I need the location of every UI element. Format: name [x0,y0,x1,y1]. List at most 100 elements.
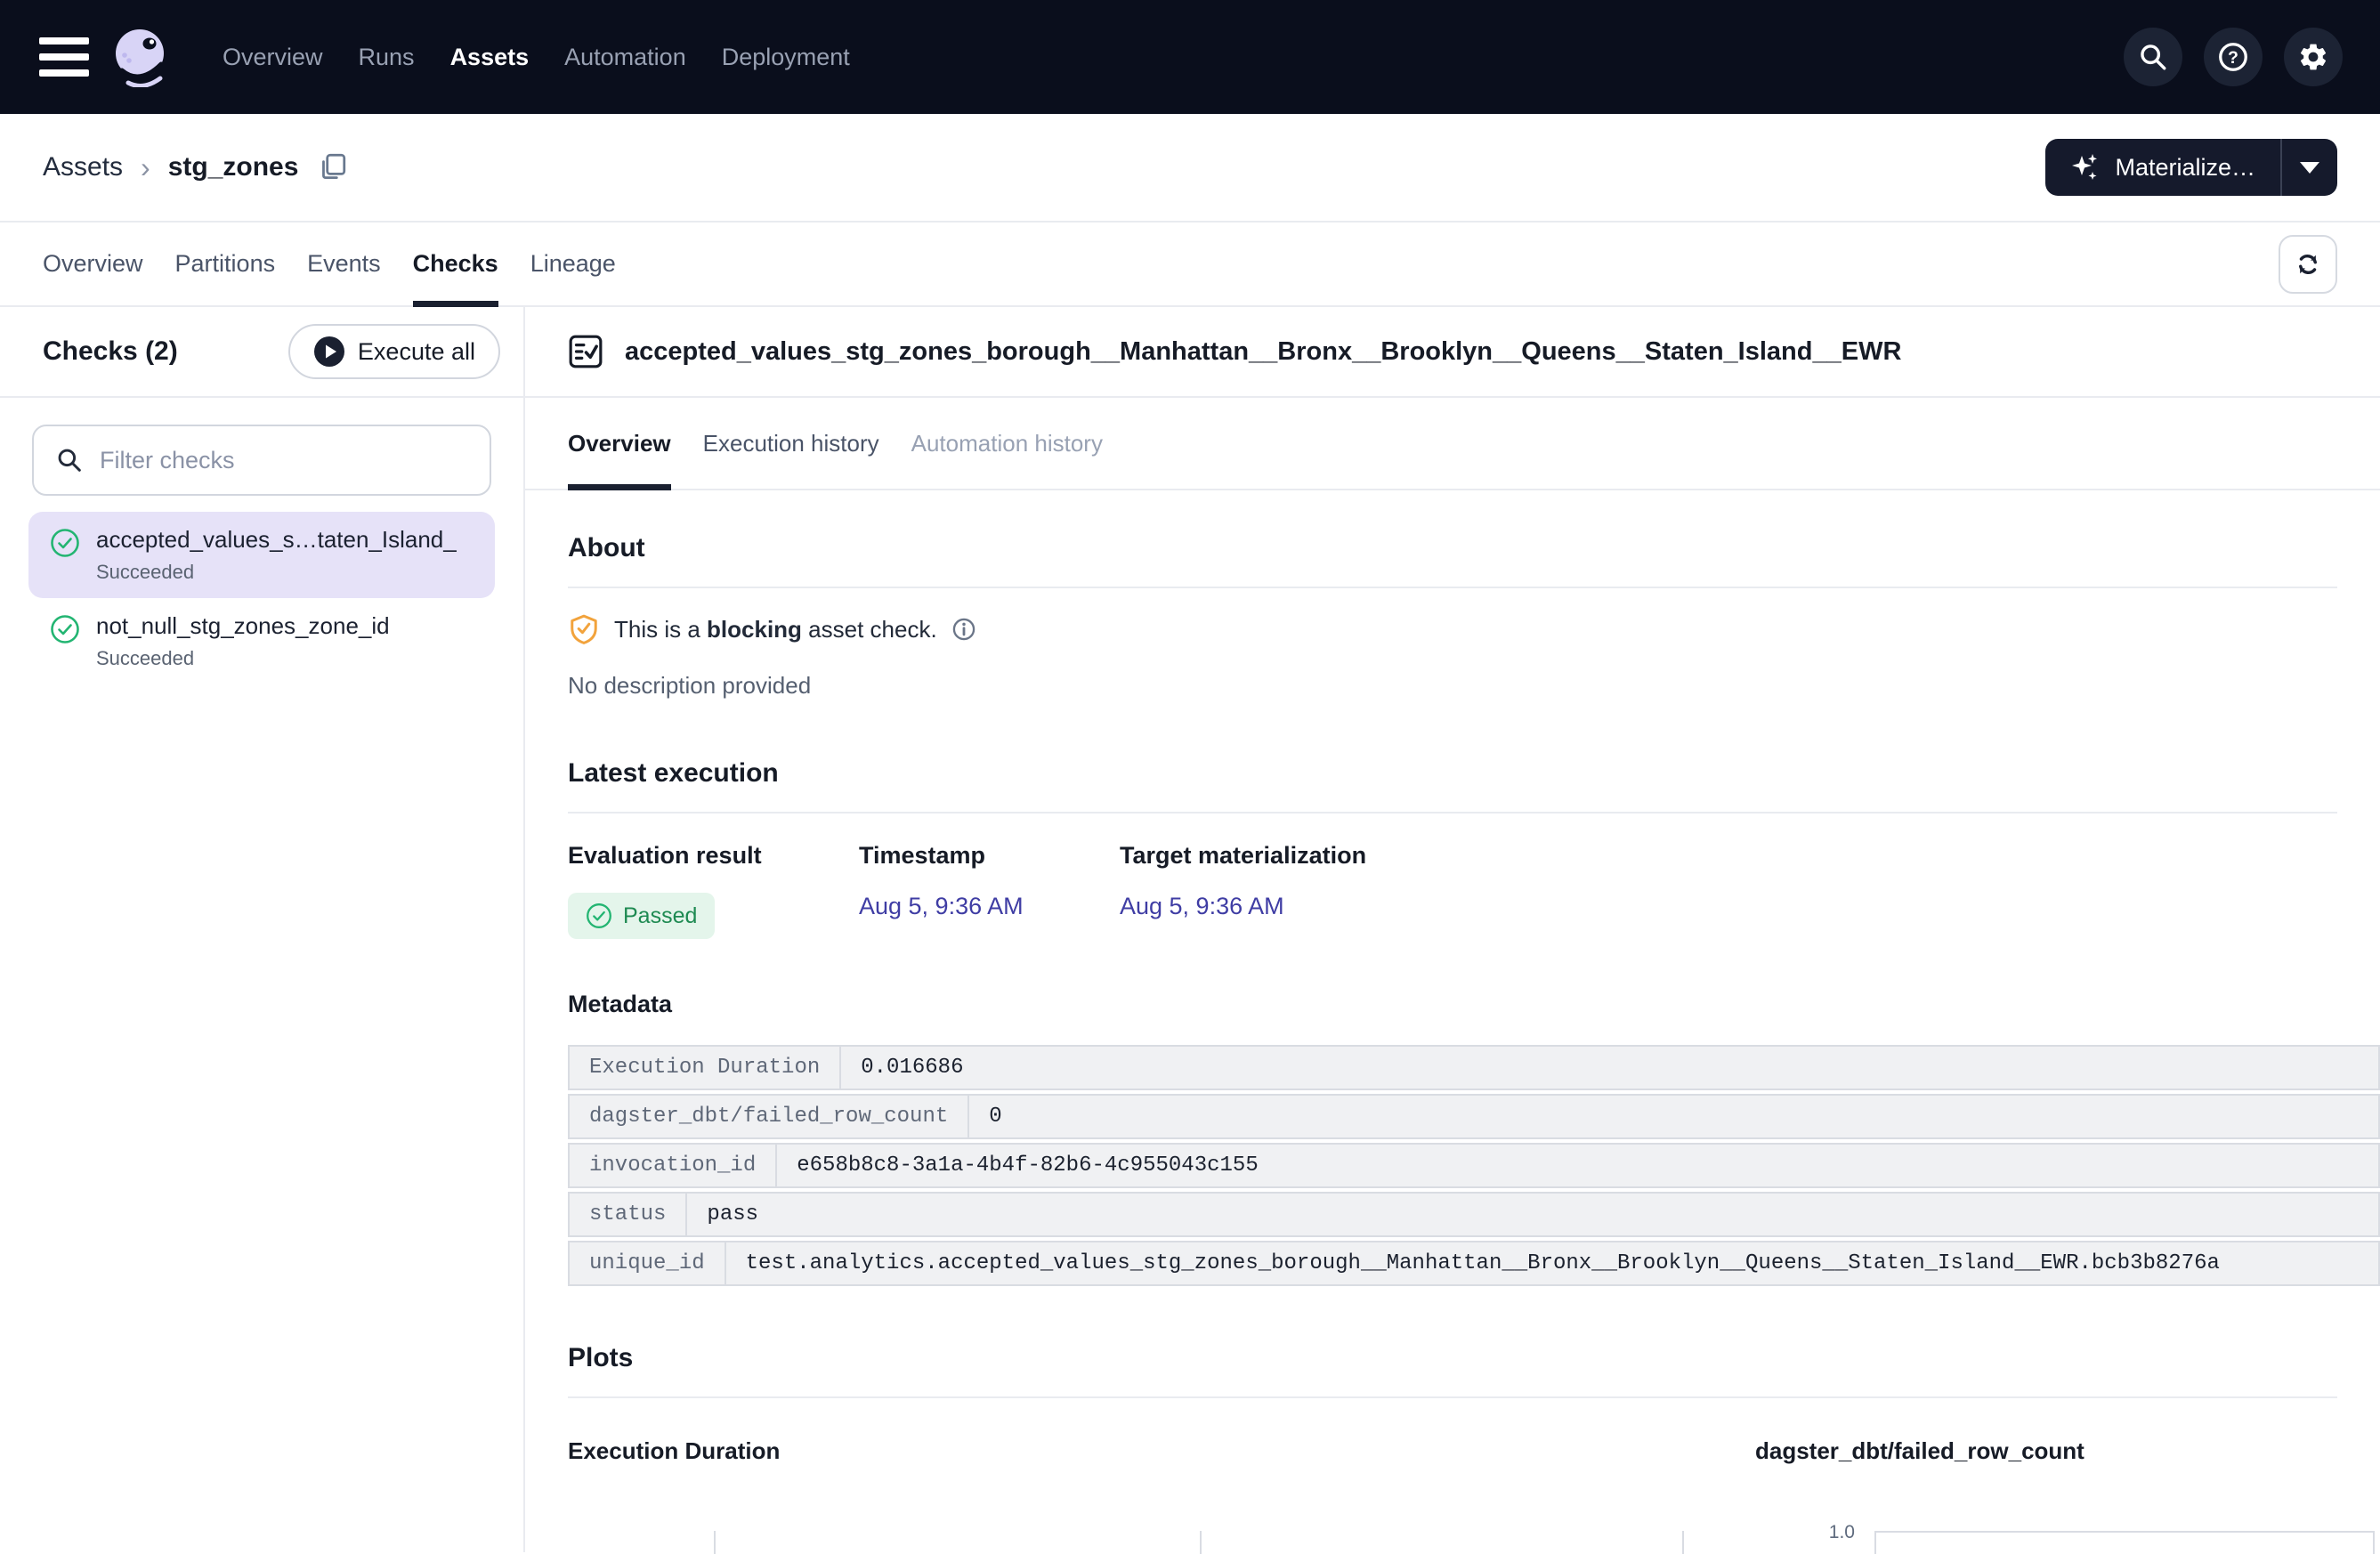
divider [568,587,2337,588]
chart-title: Execution Duration [568,1437,1684,1465]
nav-item-runs[interactable]: Runs [357,35,417,80]
tab-events[interactable]: Events [307,223,381,305]
check-circle-icon [50,528,80,558]
tab-partitions[interactable]: Partitions [175,223,276,305]
breadcrumb: Assets › stg_zones [43,151,348,184]
refresh-icon [2292,248,2324,280]
filter-checks-input[interactable] [32,425,491,496]
metadata-key: invocation_id [570,1145,777,1186]
gear-icon [2297,41,2329,73]
table-row: Execution Duration 0.016686 [568,1045,2380,1090]
refresh-button[interactable] [2279,235,2337,294]
nav-item-deployment[interactable]: Deployment [720,35,852,80]
dagster-logo[interactable] [110,27,171,87]
check-detail-tabs: Overview Execution history Automation hi… [525,398,2380,490]
metadata-value: test.analytics.accepted_values_stg_zones… [726,1242,2239,1284]
table-row: dagster_dbt/failed_row_count 0 [568,1094,2380,1139]
divider [568,1396,2337,1398]
asset-tabs: Overview Partitions Events Checks Lineag… [0,223,2380,307]
failed-row-count-chart: dagster_dbt/failed_row_count 1.0 0.6 [1755,1437,2375,1554]
breadcrumb-assets-link[interactable]: Assets [43,152,123,182]
execution-duration-chart: Execution Duration 0.0174 [568,1437,1684,1554]
metadata-key: unique_id [570,1242,726,1284]
latest-execution-heading: Latest execution [568,758,2337,789]
metadata-heading: Metadata [568,991,2337,1018]
check-detail-panel: accepted_values_stg_zones_borough__Manha… [525,307,2380,1552]
check-status: Succeeded [96,647,474,670]
chart-title: dagster_dbt/failed_row_count [1755,1437,2375,1465]
y-axis-tick: 1.0 [1829,1522,1855,1543]
table-row: unique_id test.analytics.accepted_values… [568,1241,2380,1286]
materialize-button[interactable]: Materialize… [2045,139,2280,196]
help-icon: ? [2217,41,2249,73]
target-materialization-link[interactable]: Aug 5, 9:36 AM [1120,893,1284,919]
tab-automation-history: Automation history [911,398,1103,489]
tab-lineage[interactable]: Lineage [530,223,616,305]
tab-execution-history[interactable]: Execution history [703,398,879,489]
materialize-label: Materialize… [2115,154,2255,182]
asset-check-icon [568,334,603,369]
asset-header: Assets › stg_zones Materialize… [0,114,2380,223]
metadata-table: Execution Duration 0.016686 dagster_dbt/… [568,1045,2380,1286]
sparkle-icon [2070,152,2101,182]
check-name: accepted_values_s…taten_Island_ [96,526,474,554]
execute-all-label: Execute all [358,338,475,366]
timestamp-link[interactable]: Aug 5, 9:36 AM [859,893,1024,919]
materialize-split-button: Materialize… [2045,139,2337,196]
evaluation-result-label: Evaluation result [568,842,859,870]
metadata-value: e658b8c8-3a1a-4b4f-82b6-4c955043c155 [777,1145,1277,1186]
play-circle-icon [313,336,345,368]
table-row: status pass [568,1192,2380,1237]
no-description-text: No description provided [568,672,2337,700]
caret-down-icon [2300,162,2319,174]
check-list-item-not-null[interactable]: not_null_stg_zones_zone_id Succeeded [28,598,495,684]
blocking-text: This is a blocking asset check. [614,616,937,643]
menu-icon[interactable] [39,37,89,77]
table-row: invocation_id e658b8c8-3a1a-4b4f-82b6-4c… [568,1143,2380,1188]
execute-all-button[interactable]: Execute all [288,324,500,379]
checks-count-heading: Checks (2) [43,336,178,367]
search-icon [2138,42,2168,72]
settings-button[interactable] [2284,28,2343,86]
about-heading: About [568,533,2337,563]
asset-name: stg_zones [168,152,299,182]
check-circle-icon [586,902,612,929]
check-circle-icon [50,614,80,644]
info-icon[interactable] [951,617,976,642]
check-title: accepted_values_stg_zones_borough__Manha… [625,337,1901,367]
metadata-key: dagster_dbt/failed_row_count [570,1096,969,1137]
search-icon [55,446,84,474]
copy-icon [316,151,348,183]
check-name: not_null_stg_zones_zone_id [96,612,474,640]
tab-check-overview[interactable]: Overview [568,398,671,489]
search-button[interactable] [2124,28,2182,86]
metadata-value: 0.016686 [841,1047,983,1089]
metadata-value: pass [687,1194,778,1235]
timestamp-label: Timestamp [859,842,1120,870]
materialize-dropdown-button[interactable] [2282,139,2337,196]
primary-nav: Overview Runs Assets Automation Deployme… [221,35,852,80]
metadata-key: Execution Duration [570,1047,841,1089]
metadata-key: status [570,1194,687,1235]
checks-sidebar: Checks (2) Execute all [0,307,525,1552]
chart-plot-area [714,1531,1684,1554]
plots-heading: Plots [568,1343,2337,1373]
divider [568,812,2337,813]
tab-checks[interactable]: Checks [413,223,498,305]
chart-plot-area [1874,1531,2375,1554]
target-materialization-label: Target materialization [1120,842,1366,870]
status-badge: Passed [568,893,715,939]
copy-asset-name-button[interactable] [316,151,348,183]
nav-item-overview[interactable]: Overview [221,35,325,80]
top-nav: Overview Runs Assets Automation Deployme… [0,0,2380,114]
nav-item-automation[interactable]: Automation [563,35,688,80]
check-status: Succeeded [96,561,474,584]
check-list-item-accepted-values[interactable]: accepted_values_s…taten_Island_ Succeede… [28,512,495,598]
shield-check-icon [568,613,600,645]
help-button[interactable]: ? [2204,28,2263,86]
svg-text:?: ? [2228,48,2238,68]
nav-item-assets[interactable]: Assets [449,35,531,80]
tab-overview[interactable]: Overview [43,223,143,305]
metadata-value: 0 [969,1096,1021,1137]
passed-label: Passed [623,903,697,929]
